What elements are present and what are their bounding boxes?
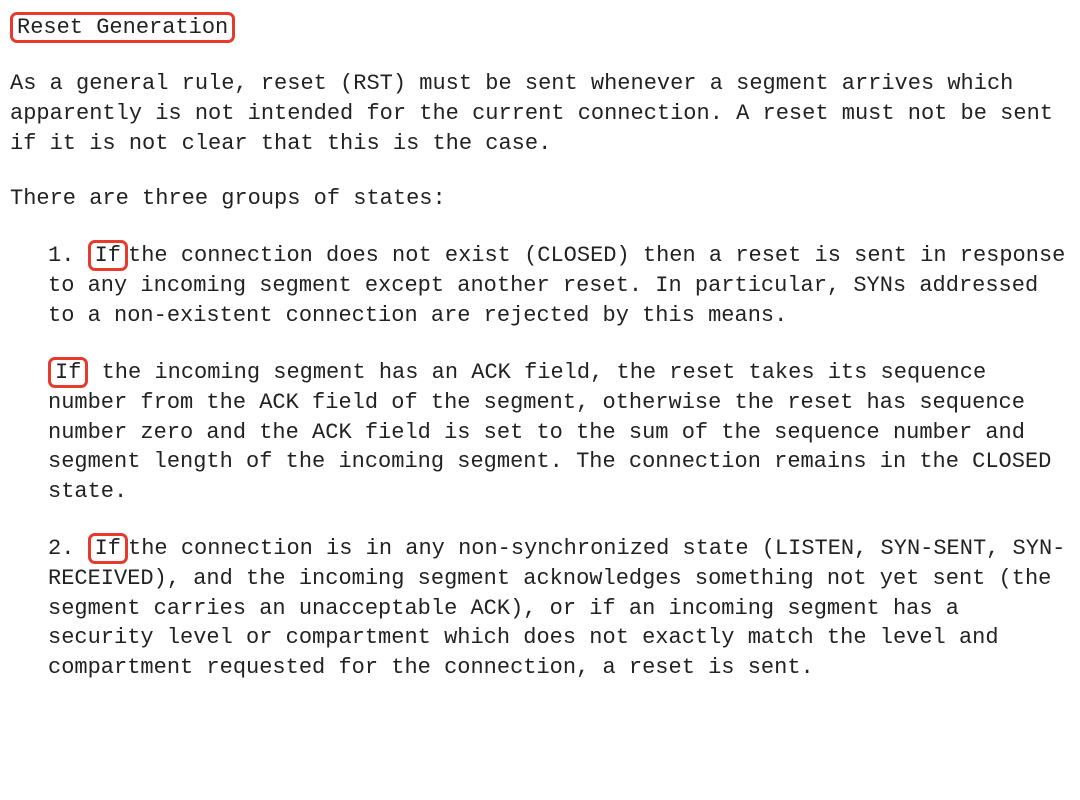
state-group-1: 1. If the connection does not exist (CLO… (10, 240, 1070, 331)
state-group-2: 2. If the connection is in any non-synch… (10, 533, 1070, 683)
highlight-if-1: If (88, 240, 128, 271)
item1b-text: the incoming segment has an ACK field, t… (48, 360, 1051, 504)
groups-intro: There are three groups of states: (10, 184, 1070, 214)
highlight-if-1b: If (48, 357, 88, 388)
list-number-2: 2. (48, 536, 88, 561)
section-title-container: Reset Generation (10, 12, 1070, 43)
intro-paragraph: As a general rule, reset (RST) must be s… (10, 69, 1070, 158)
item2-text: the connection is in any non-synchronize… (48, 536, 1065, 680)
item1-text: the connection does not exist (CLOSED) t… (48, 243, 1065, 328)
list-number-1: 1. (48, 243, 88, 268)
section-title-highlight: Reset Generation (10, 12, 235, 43)
state-group-1-continued: If the incoming segment has an ACK field… (10, 357, 1070, 507)
highlight-if-2: If (88, 533, 128, 564)
